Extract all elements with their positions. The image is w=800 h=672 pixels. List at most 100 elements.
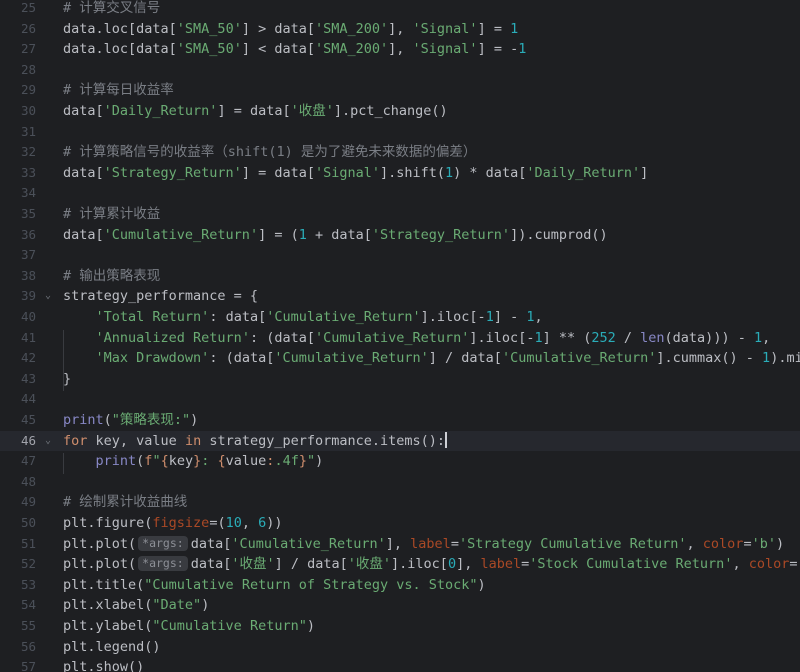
- code-line[interactable]: 32 # 计算策略信号的收益率（shift(1) 是为了避免未来数据的偏差）: [0, 142, 800, 163]
- code-text[interactable]: # 计算每日收益率: [63, 80, 174, 101]
- code-token: :: [201, 453, 218, 470]
- code-text[interactable]: # 计算策略信号的收益率（shift(1) 是为了避免未来数据的偏差）: [63, 142, 476, 163]
- code-line[interactable]: 43}: [0, 369, 800, 390]
- code-token: ] < data[: [241, 41, 315, 58]
- code-line[interactable]: 50 plt.figure(figsize=(10, 6)): [0, 513, 800, 534]
- code-text[interactable]: print("策略表现:"): [63, 410, 198, 431]
- code-line[interactable]: 55 plt.ylabel("Cumulative Return"): [0, 616, 800, 637]
- code-line[interactable]: 31: [0, 122, 800, 143]
- code-line[interactable]: 52 plt.plot(*args: data['收盘'] / data['收盘']…: [0, 554, 800, 575]
- code-token: # 输出策略表现: [63, 267, 161, 284]
- code-line[interactable]: 39 ⌄ strategy_performance = {: [0, 286, 800, 307]
- code-line[interactable]: 40 'Total Return': data['Cumulative_Retu…: [0, 307, 800, 328]
- code-text[interactable]: }: [63, 369, 71, 390]
- code-editor[interactable]: 25 # 计算交叉信号 26 data.loc[data['SMA_50'] > da…: [0, 0, 800, 672]
- fold-chevron-icon[interactable]: ⌄: [43, 286, 53, 307]
- code-line[interactable]: 53 plt.title("Cumulative Return of Strate…: [0, 575, 800, 596]
- code-token: 1: [753, 329, 763, 346]
- code-token: 'Max Drawdown': [95, 350, 210, 367]
- code-token: ].iloc[-: [420, 309, 486, 325]
- line-number: 33: [20, 164, 36, 180]
- code-text[interactable]: data['Daily_Return'] = data['收盘'].pct_ch…: [63, 101, 448, 122]
- code-line[interactable]: 38 # 输出策略表现: [0, 266, 800, 287]
- code-text[interactable]: plt.show(): [63, 657, 144, 672]
- code-text[interactable]: 'Max Drawdown': (data['Cumulative_Return…: [63, 348, 800, 369]
- code-text[interactable]: 'Total Return': data['Cumulative_Return'…: [63, 307, 543, 328]
- code-line[interactable]: 49 # 绘制累计收益曲线: [0, 492, 800, 513]
- code-line[interactable]: 33 data['Strategy_Return'] = data['Signal…: [0, 163, 800, 184]
- code-token: plt.show(): [63, 659, 145, 672]
- code-token: color: [702, 535, 744, 552]
- code-line[interactable]: 42 'Max Drawdown': (data['Cumulative_Ret…: [0, 348, 800, 369]
- code-text[interactable]: plt.figure(figsize=(10, 6)): [63, 513, 283, 534]
- code-line[interactable]: 34: [0, 183, 800, 204]
- code-line[interactable]: 27 data.loc[data['SMA_50'] < data['SMA_20…: [0, 39, 800, 60]
- code-text[interactable]: plt.plot(*args: data['Cumulative_Return']…: [63, 534, 784, 555]
- code-token: 'Cumulative_Return': [231, 535, 386, 552]
- code-text[interactable]: for key, value in strategy_performance.i…: [63, 431, 448, 452]
- code-token: 1: [510, 20, 519, 37]
- code-text[interactable]: print(f"{key}: {value:.4f}"): [63, 451, 324, 472]
- code-line[interactable]: 37: [0, 245, 800, 266]
- code-token: plt.legend(): [63, 638, 161, 655]
- code-token: 0: [447, 556, 457, 573]
- code-text[interactable]: # 输出策略表现: [63, 266, 160, 287]
- code-token: ": [306, 453, 316, 470]
- code-line[interactable]: 45 print("策略表现:"): [0, 410, 800, 431]
- code-token: ].shift(: [380, 164, 446, 181]
- line-number: 42: [20, 350, 36, 366]
- code-text[interactable]: plt.xlabel("Date"): [63, 595, 209, 616]
- parameter-hint: *args:: [138, 535, 188, 551]
- code-text[interactable]: 'Annualized Return': (data['Cumulative_R…: [63, 328, 771, 349]
- code-token: ): [306, 618, 315, 634]
- code-text[interactable]: plt.ylabel("Cumulative Return"): [63, 616, 315, 637]
- code-token: 'Total Return': [95, 309, 210, 325]
- code-token: ]).cumprod(): [510, 226, 608, 243]
- code-token: 'Signal': [412, 20, 478, 37]
- code-token: 'Stock Cumulative Return': [529, 556, 733, 573]
- code-token: data[: [63, 103, 104, 119]
- code-line[interactable]: 30 data['Daily_Return'] = data['收盘'].pct_…: [0, 101, 800, 122]
- code-line[interactable]: 57 plt.show(): [0, 657, 800, 672]
- line-number: 52: [20, 556, 36, 572]
- code-text[interactable]: data['Cumulative_Return'] = (1 + data['S…: [63, 225, 608, 246]
- code-text[interactable]: plt.title("Cumulative Return of Strategy…: [63, 575, 486, 596]
- code-token: 'SMA_50': [176, 41, 242, 58]
- code-line[interactable]: 56 plt.legend(): [0, 637, 800, 658]
- code-line[interactable]: 35 # 计算累计收益: [0, 204, 800, 225]
- code-line[interactable]: 51 plt.plot(*args: data['Cumulative_Return…: [0, 534, 800, 555]
- code-line[interactable]: 26 data.loc[data['SMA_50'] > data['SMA_20…: [0, 19, 800, 40]
- code-line[interactable]: 36 data['Cumulative_Return'] = (1 + data[…: [0, 225, 800, 246]
- code-token: 'Cumulative_Return': [314, 329, 470, 346]
- code-token: ] -: [493, 309, 527, 325]
- code-line[interactable]: 48: [0, 472, 800, 493]
- code-token: ): [477, 576, 486, 593]
- code-token: print: [95, 453, 137, 470]
- code-text[interactable]: data.loc[data['SMA_50'] < data['SMA_200'…: [63, 39, 526, 60]
- code-line[interactable]: 44: [0, 389, 800, 410]
- code-line[interactable]: 28: [0, 60, 800, 81]
- code-text[interactable]: plt.plot(*args: data['收盘'] / data['收盘'].i…: [63, 554, 800, 575]
- code-line[interactable]: 46 ⌄ for key, value in strategy_performanc…: [0, 430, 800, 452]
- code-token: ],: [456, 556, 481, 573]
- code-line[interactable]: 41 'Annualized Return': (data['Cumulativ…: [0, 328, 800, 349]
- code-line[interactable]: 54 plt.xlabel("Date"): [0, 595, 800, 616]
- code-text[interactable]: plt.legend(): [63, 637, 161, 658]
- code-text[interactable]: data.loc[data['SMA_50'] > data['SMA_200'…: [63, 19, 518, 40]
- code-token: 'Daily_Return': [103, 103, 218, 119]
- line-number: 55: [20, 618, 36, 633]
- code-text[interactable]: # 计算累计收益: [63, 204, 160, 225]
- code-text[interactable]: strategy_performance = {: [63, 286, 258, 307]
- code-token: # 计算交叉信号: [63, 0, 161, 16]
- code-token: 'Signal': [314, 164, 380, 181]
- code-token: data.loc[data[: [63, 41, 177, 58]
- code-line[interactable]: 47 print(f"{key}: {value:.4f}"): [0, 451, 800, 472]
- code-text[interactable]: data['Strategy_Return'] = data['Signal']…: [63, 163, 648, 184]
- fold-chevron-icon[interactable]: ⌄: [43, 431, 53, 452]
- code-token: ].iloc[-: [469, 329, 535, 346]
- code-text[interactable]: # 绘制累计收益曲线: [63, 492, 187, 513]
- code-text[interactable]: # 计算交叉信号: [63, 0, 160, 19]
- code-line[interactable]: 25 # 计算交叉信号: [0, 0, 800, 19]
- code-line[interactable]: 29 # 计算每日收益率: [0, 80, 800, 101]
- code-token: ): [201, 597, 210, 614]
